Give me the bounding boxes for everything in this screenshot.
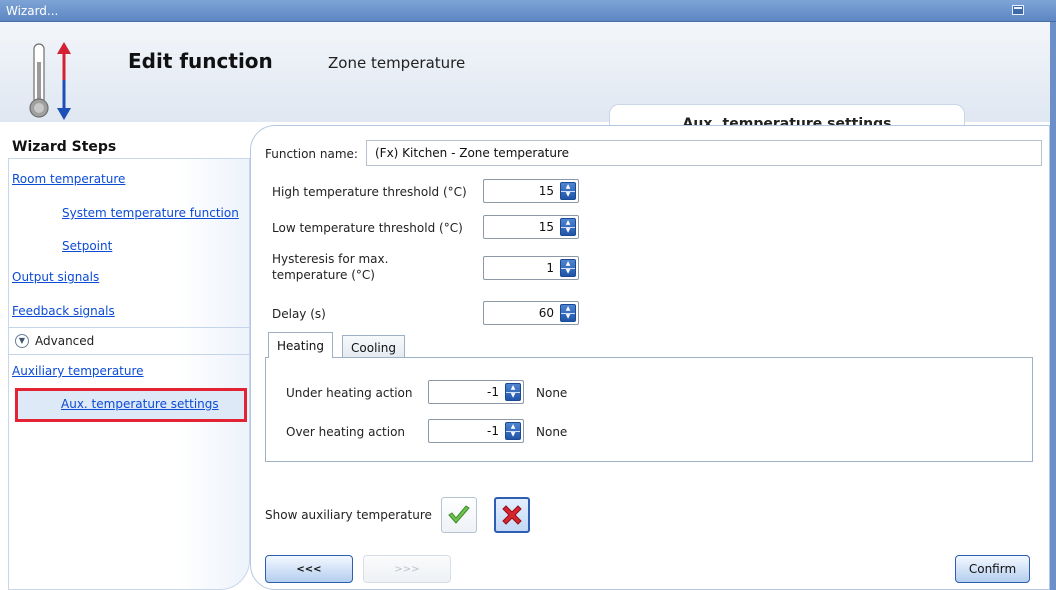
header: Edit function Zone temperature Aux. temp… — [0, 22, 1050, 144]
sidebar-item-selected[interactable]: Aux. temperature settings — [15, 388, 247, 422]
spin-arrows-icon[interactable]: ▲ ▼ — [560, 304, 576, 322]
wizard-steps-heading: Wizard Steps — [12, 139, 117, 155]
over-heating-stepper[interactable]: -1 ▲ ▼ — [428, 419, 524, 443]
over-heating-description: None — [536, 425, 568, 439]
low-threshold-value: 15 — [538, 220, 554, 234]
sidebar-item-system-temperature-function[interactable]: System temperature function — [62, 206, 239, 220]
under-heating-stepper[interactable]: -1 ▲ ▼ — [428, 380, 524, 404]
check-icon — [448, 505, 470, 524]
page-subtitle: Zone temperature — [328, 54, 466, 72]
under-heating-value: -1 — [487, 385, 499, 399]
high-threshold-label: High temperature threshold (°C) — [272, 185, 467, 199]
function-name-label: Function name: — [265, 147, 358, 161]
thermometer-arrows-icon — [29, 42, 71, 120]
low-threshold-label: Low temperature threshold (°C) — [272, 221, 463, 235]
title-bar: Wizard... — [0, 0, 1056, 22]
spin-arrows-icon[interactable]: ▲ ▼ — [505, 383, 521, 401]
function-name-field[interactable]: (Fx) Kitchen - Zone temperature — [366, 140, 1042, 166]
advanced-section-toggle[interactable]: ▼ Advanced — [9, 328, 249, 354]
over-heating-value: -1 — [487, 424, 499, 438]
sidebar-item-auxiliary-temperature[interactable]: Auxiliary temperature — [12, 364, 144, 378]
show-aux-no-button[interactable] — [494, 497, 530, 533]
delay-label: Delay (s) — [272, 307, 326, 321]
hysteresis-label-line2: temperature (°C) — [272, 268, 375, 282]
maximize-button[interactable] — [1012, 5, 1024, 15]
sidebar-item-aux-temperature-settings[interactable]: Aux. temperature settings — [61, 397, 219, 411]
sidebar-item-setpoint[interactable]: Setpoint — [62, 239, 112, 253]
spin-arrows-icon[interactable]: ▲ ▼ — [560, 218, 576, 236]
under-heating-label: Under heating action — [286, 386, 413, 400]
page-title: Edit function — [128, 49, 273, 73]
show-aux-yes-button[interactable] — [441, 497, 477, 533]
window-title: Wizard... — [6, 4, 59, 18]
show-aux-temperature-label: Show auxiliary temperature — [265, 508, 432, 522]
over-heating-label: Over heating action — [286, 425, 406, 439]
high-threshold-value: 15 — [538, 184, 554, 198]
heating-tab-panel — [265, 357, 1033, 462]
wizard-steps-sidebar: Room temperature System temperature func… — [8, 158, 250, 590]
confirm-button[interactable]: Confirm — [955, 555, 1030, 583]
hysteresis-value: 1 — [546, 261, 554, 275]
tab-heating[interactable]: Heating — [268, 332, 334, 358]
sidebar-item-output-signals[interactable]: Output signals — [12, 270, 99, 284]
spin-arrows-icon[interactable]: ▲ ▼ — [560, 182, 576, 200]
tab-cooling[interactable]: Cooling — [342, 335, 405, 358]
next-step-button[interactable]: >>> — [363, 555, 451, 583]
sidebar-divider — [9, 354, 249, 355]
sidebar-item-feedback-signals[interactable]: Feedback signals — [12, 304, 115, 318]
spin-arrows-icon[interactable]: ▲ ▼ — [505, 422, 521, 440]
previous-step-button[interactable]: <<< — [265, 555, 353, 583]
x-icon — [502, 505, 522, 525]
delay-value: 60 — [538, 306, 554, 320]
advanced-label: Advanced — [35, 334, 95, 348]
high-threshold-stepper[interactable]: 15 ▲ ▼ — [483, 179, 579, 203]
hysteresis-label-line1: Hysteresis for max. — [272, 252, 389, 266]
delay-stepper[interactable]: 60 ▲ ▼ — [483, 301, 579, 325]
window-frame-right — [1050, 22, 1056, 590]
low-threshold-stepper[interactable]: 15 ▲ ▼ — [483, 215, 579, 239]
sidebar-item-room-temperature[interactable]: Room temperature — [12, 172, 125, 186]
spin-arrows-icon[interactable]: ▲ ▼ — [560, 259, 576, 277]
chevron-circle-icon: ▼ — [15, 334, 29, 348]
hysteresis-stepper[interactable]: 1 ▲ ▼ — [483, 256, 579, 280]
under-heating-description: None — [536, 386, 568, 400]
